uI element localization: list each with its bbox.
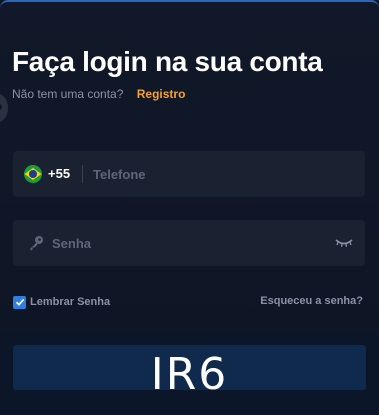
eye-closed-icon[interactable] <box>335 237 353 249</box>
remember-label: Lembrar Senha <box>30 296 111 308</box>
page-title: Faça login na sua conta <box>12 46 323 77</box>
remember-checkbox[interactable] <box>13 295 26 309</box>
password-input[interactable] <box>52 220 322 266</box>
login-button[interactable] <box>13 345 366 390</box>
password-field <box>13 220 365 266</box>
country-code[interactable]: +55 <box>48 166 70 181</box>
no-account-text: Não tem uma conta? <box>12 87 124 101</box>
checkmark-icon <box>15 298 24 306</box>
remember-password[interactable]: Lembrar Senha <box>13 295 110 309</box>
register-prompt: Não tem uma conta? Registro <box>12 87 185 101</box>
field-divider <box>82 165 83 183</box>
login-panel: Faça login na sua conta Não tem uma cont… <box>0 0 379 415</box>
forgot-password-link[interactable]: Esqueceu a senha? <box>260 295 363 307</box>
phone-input[interactable] <box>93 151 353 197</box>
side-handle[interactable] <box>0 94 8 122</box>
key-icon <box>30 236 43 251</box>
brazil-flag-icon[interactable] <box>24 165 42 183</box>
phone-field: +55 <box>13 151 365 197</box>
register-link[interactable]: Registro <box>137 87 186 101</box>
